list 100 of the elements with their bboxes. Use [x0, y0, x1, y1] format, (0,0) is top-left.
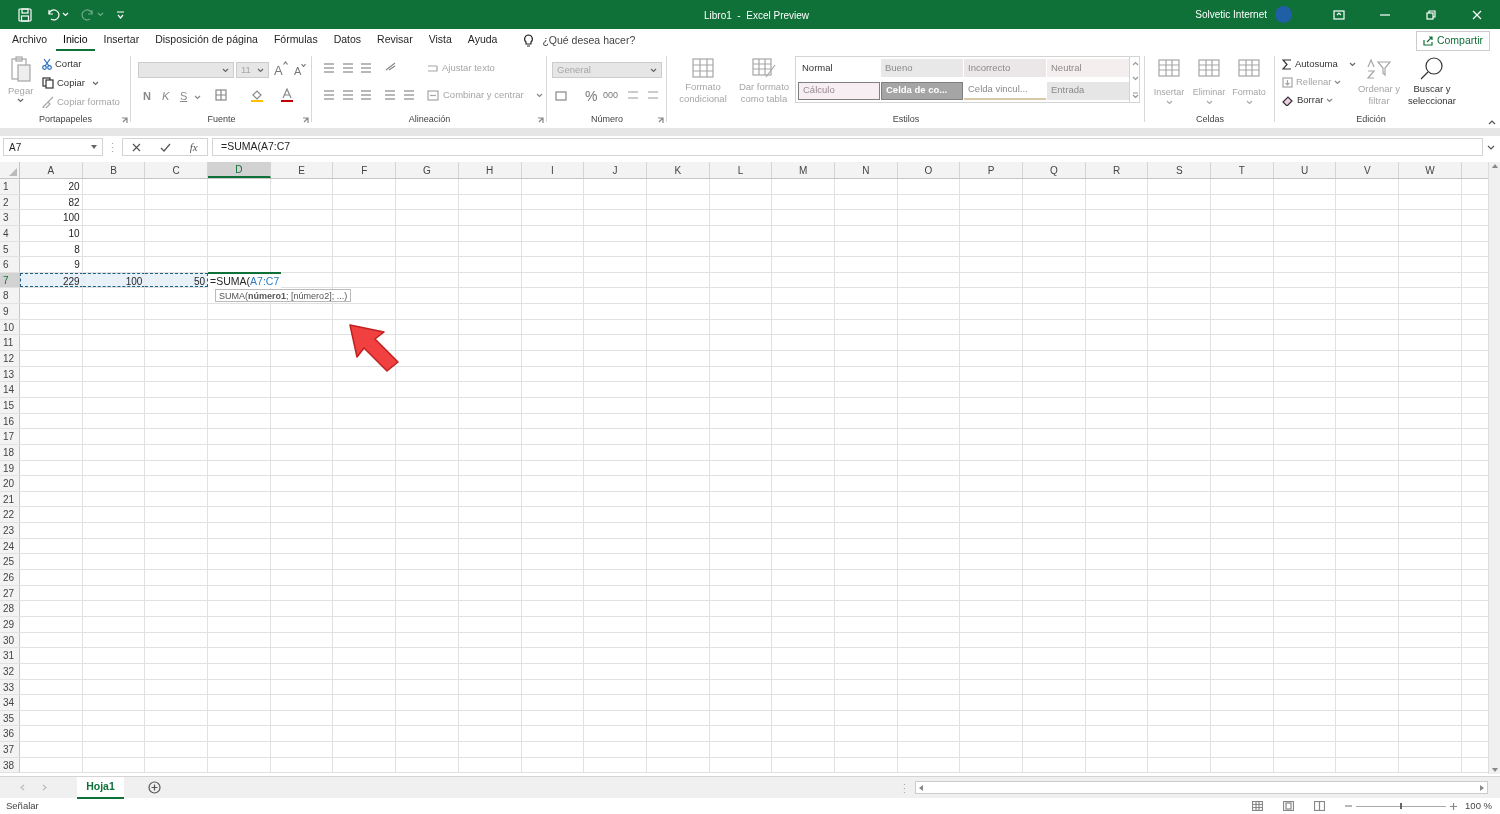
sort-filter-icon [1366, 58, 1392, 80]
save-button[interactable] [16, 5, 34, 24]
row-header[interactable]: 34 [0, 695, 20, 710]
ribbon-tab[interactable]: Datos [326, 30, 369, 51]
bold-button[interactable]: N [143, 88, 151, 105]
align-icon [323, 89, 335, 100]
column-header[interactable]: B [82, 162, 146, 178]
clipboard-button[interactable]: Cortar [42, 57, 82, 72]
row-header[interactable]: 1 [0, 179, 20, 194]
grow-font-button[interactable]: A [274, 61, 288, 81]
column-header[interactable]: Q [1023, 162, 1086, 178]
gallery-scroll[interactable] [1129, 56, 1140, 103]
row-header[interactable]: 14 [0, 382, 20, 397]
row-header[interactable]: 8 [0, 288, 20, 304]
customize-toolbar-button[interactable] [116, 10, 125, 19]
page-layout-button[interactable] [1283, 801, 1295, 811]
add-sheet-button[interactable] [148, 781, 161, 794]
column-header[interactable]: E [270, 162, 334, 178]
vertical-scrollbar[interactable] [1488, 162, 1500, 774]
ribbon-tab[interactable]: Inicio [56, 30, 95, 51]
column-header[interactable]: L [709, 162, 773, 178]
share-button[interactable]: Compartir [1415, 30, 1490, 51]
column-header[interactable]: T [1211, 162, 1274, 178]
cancel-button[interactable] [132, 142, 142, 152]
slider-thumb[interactable] [1400, 803, 1403, 809]
wrap-text-icon [427, 62, 438, 74]
percent-button[interactable]: % [585, 86, 598, 107]
underline-button[interactable]: S [180, 88, 188, 105]
lightbulb-icon [523, 33, 535, 48]
undo-button[interactable] [46, 7, 69, 22]
page-break-button[interactable] [1314, 801, 1326, 811]
column-header[interactable]: R [1085, 162, 1149, 178]
name-box[interactable]: A7 [3, 138, 103, 156]
row-header[interactable]: 26 [0, 570, 20, 585]
close-icon [1472, 9, 1482, 20]
row-header[interactable]: 28 [0, 601, 20, 616]
ribbon-tab[interactable]: Disposición de página [148, 30, 265, 51]
page-break-icon [1314, 801, 1326, 811]
column-header[interactable]: F [333, 162, 397, 178]
editing-button[interactable]: Autosuma [1282, 57, 1356, 72]
column-header[interactable]: S [1148, 162, 1212, 178]
sheet-tab[interactable]: Hoja1 [77, 776, 124, 799]
caret-icon [116, 10, 125, 19]
row-header[interactable]: 9 [0, 304, 20, 319]
thousands-button[interactable]: 000 [603, 89, 619, 103]
column-header[interactable]: N [834, 162, 898, 178]
column-header[interactable]: O [897, 162, 961, 178]
formula-field[interactable]: =SUMA(A7:C7 [212, 138, 1483, 156]
window-title: Libro1 - Excel Preview [704, 9, 810, 23]
column-header[interactable]: A [20, 162, 83, 178]
column-header[interactable]: H [458, 162, 522, 178]
clipboard-button[interactable]: Copiar [42, 76, 99, 91]
normal-view-button[interactable] [1252, 801, 1264, 811]
column-header[interactable]: V [1336, 162, 1400, 178]
editing-button[interactable]: Borrar [1282, 93, 1334, 108]
search-field[interactable]: ¿Qué desea hacer? [542, 32, 636, 49]
row-header[interactable]: 31 [0, 648, 20, 663]
horizontal-scrollbar[interactable] [915, 781, 1488, 794]
font-name-field[interactable] [138, 62, 234, 78]
row-header[interactable]: 11 [0, 335, 20, 351]
ribbon-tab[interactable]: Insertar [96, 30, 147, 51]
ribbon-tab[interactable]: Archivo [5, 30, 54, 51]
row-header[interactable]: 22 [0, 507, 20, 523]
column-header[interactable]: J [584, 162, 647, 178]
ribbon-tab[interactable]: Ayuda [460, 30, 505, 51]
shrink-font-button[interactable]: A [294, 63, 307, 80]
row-header[interactable]: 20 [0, 476, 20, 491]
table-cell: 10 [20, 225, 83, 241]
zoom-level[interactable]: 100 % [1465, 798, 1492, 814]
find-select-button[interactable]: Buscar y seleccionar [1401, 56, 1463, 107]
row-header[interactable]: 12 [0, 351, 20, 366]
ribbon-tab[interactable]: Fórmulas [266, 30, 325, 51]
row-header[interactable]: 6 [0, 257, 20, 272]
italic-button[interactable]: K [162, 88, 170, 105]
column-header[interactable]: D [208, 162, 271, 178]
table-grid-icon [1237, 58, 1261, 78]
row-header[interactable]: 25 [0, 554, 20, 569]
redo-icon [81, 7, 95, 22]
expand-icon [1487, 144, 1495, 150]
row-header[interactable]: 37 [0, 742, 20, 757]
borders-icon [215, 89, 227, 101]
column-header[interactable]: U [1273, 162, 1337, 178]
ribbon-tab[interactable]: Revisar [370, 30, 420, 51]
insert-function-button[interactable]: fx [189, 138, 198, 156]
column-header[interactable]: K [646, 162, 710, 178]
row-header[interactable]: 36 [0, 726, 20, 742]
enter-button[interactable] [160, 142, 171, 152]
column-header[interactable]: I [521, 162, 585, 178]
caret-icon [1348, 61, 1356, 67]
align-icon [342, 62, 354, 73]
column-header[interactable]: W [1399, 162, 1462, 178]
scroll-up-icon [1491, 164, 1498, 168]
column-header[interactable]: M [772, 162, 835, 178]
editing-cell[interactable]: =SUMA(A7:C7 [208, 271, 282, 288]
row-header[interactable]: 3 [0, 210, 20, 225]
row-header[interactable]: 23 [0, 523, 20, 538]
column-header[interactable]: P [960, 162, 1023, 178]
column-header[interactable]: G [396, 162, 459, 178]
row-header[interactable]: 17 [0, 429, 20, 444]
ribbon-tab[interactable]: Vista [421, 30, 459, 51]
